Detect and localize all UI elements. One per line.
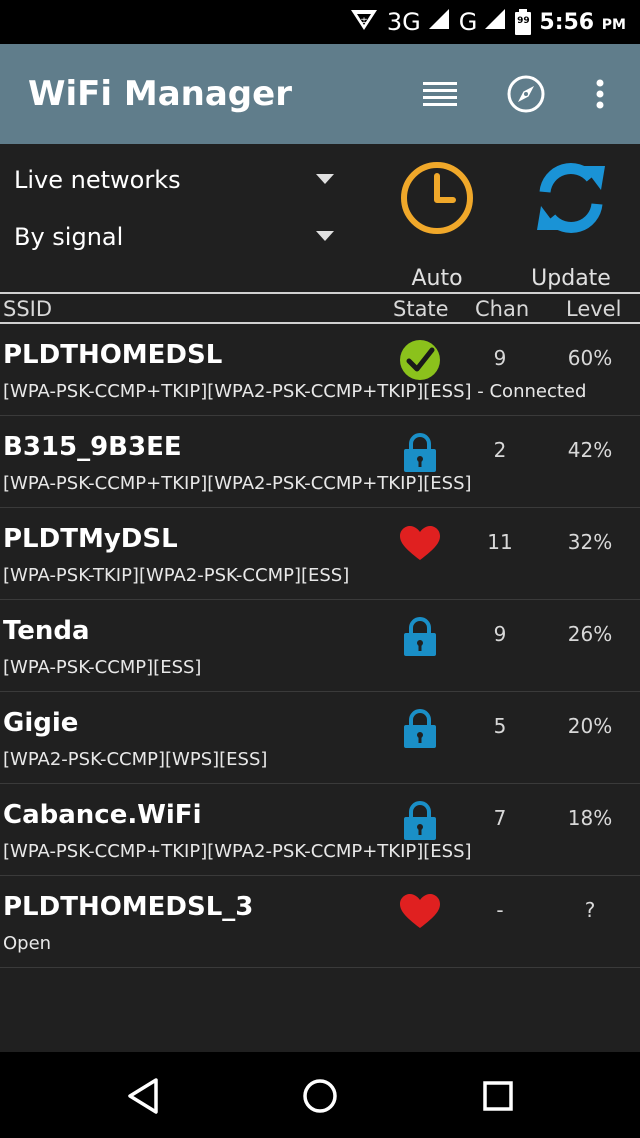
battery-level: 99	[517, 16, 530, 26]
ssid-label: Tenda	[3, 616, 90, 646]
lock-icon	[396, 428, 444, 476]
level-value: 26%	[567, 622, 613, 646]
level-value: 20%	[567, 714, 613, 738]
recents-button[interactable]	[474, 1072, 522, 1120]
channel-value: 9	[493, 346, 507, 370]
channel-value: 7	[493, 806, 507, 830]
clock-icon	[401, 162, 473, 234]
overflow-menu-icon	[596, 79, 604, 109]
network-row[interactable]: PLDTHOMEDSL_3 - ? Open	[0, 876, 640, 968]
ssid-label: PLDTHOMEDSL	[3, 340, 223, 370]
compass-button[interactable]	[504, 72, 548, 116]
chevron-down-icon	[316, 174, 334, 184]
channel-value: 9	[493, 622, 507, 646]
ssid-label: Cabance.WiFi	[3, 800, 202, 830]
heart-icon	[396, 888, 444, 936]
heart-icon	[396, 520, 444, 568]
col-state[interactable]: State	[393, 297, 449, 321]
lock-icon	[396, 796, 444, 844]
list-view-button[interactable]	[418, 72, 462, 116]
network-row[interactable]: PLDTMyDSL 11 32% [WPA-PSK-TKIP][WPA2-PSK…	[0, 508, 640, 600]
ssid-label: Gigie	[3, 708, 79, 738]
capabilities-label: [WPA-PSK-CCMP+TKIP][WPA2-PSK-CCMP+TKIP][…	[3, 473, 472, 494]
channel-value: 11	[487, 530, 513, 554]
auto-button[interactable]: Auto	[382, 156, 492, 291]
app-title: WiFi Manager	[28, 74, 292, 114]
home-button[interactable]	[296, 1072, 344, 1120]
level-value: ?	[584, 898, 596, 922]
home-icon	[303, 1079, 337, 1113]
list-icon	[423, 82, 457, 106]
source-dropdown-label: Live networks	[14, 166, 181, 194]
recents-icon	[483, 1081, 513, 1111]
network-row[interactable]: Cabance.WiFi 7 18% [WPA-PSK-CCMP+TKIP][W…	[0, 784, 640, 876]
capabilities-label: [WPA-PSK-CCMP+TKIP][WPA2-PSK-CCMP+TKIP][…	[3, 841, 472, 862]
network-row[interactable]: B315_9B3EE 2 42% [WPA-PSK-CCMP+TKIP][WPA…	[0, 416, 640, 508]
connected-check-icon	[396, 336, 444, 384]
level-value: 42%	[567, 438, 613, 462]
capabilities-label: [WPA-PSK-TKIP][WPA2-PSK-CCMP][ESS]	[3, 565, 350, 586]
capabilities-label: [WPA-PSK-CCMP][ESS]	[3, 657, 202, 678]
sort-dropdown[interactable]: By signal	[14, 217, 334, 257]
update-button[interactable]: Update	[516, 156, 626, 291]
network-type-label-2: G	[458, 8, 478, 36]
controls-panel: Live networks By signal Auto Update	[0, 144, 640, 292]
level-value: 60%	[567, 346, 613, 370]
lock-icon	[396, 704, 444, 752]
capabilities-label: [WPA-PSK-CCMP+TKIP][WPA2-PSK-CCMP+TKIP][…	[3, 381, 587, 402]
network-row[interactable]: PLDTHOMEDSL 9 60% [WPA-PSK-CCMP+TKIP][WP…	[0, 324, 640, 416]
app-bar: WiFi Manager	[0, 44, 640, 144]
lock-icon	[396, 612, 444, 660]
sort-dropdown-label: By signal	[14, 223, 124, 251]
channel-value: 5	[493, 714, 507, 738]
col-ssid[interactable]: SSID	[3, 297, 52, 321]
level-value: 32%	[567, 530, 613, 554]
cell-signal-icon	[428, 7, 451, 37]
ssid-label: B315_9B3EE	[3, 432, 182, 462]
network-type-label: 3G	[386, 8, 421, 36]
auto-label: Auto	[411, 266, 463, 291]
wifi-signal-icon: ±	[349, 6, 379, 38]
back-icon	[128, 1078, 158, 1114]
ssid-label: PLDTMyDSL	[3, 524, 178, 554]
source-dropdown[interactable]: Live networks	[14, 160, 334, 200]
ssid-label: PLDTHOMEDSL_3	[3, 892, 254, 922]
clock: 5:56 PM	[539, 10, 626, 35]
refresh-icon	[537, 163, 605, 233]
clock-time: 5:56	[539, 9, 595, 35]
network-row[interactable]: Gigie 5 20% [WPA2-PSK-CCMP][WPS][ESS]	[0, 692, 640, 784]
back-button[interactable]	[118, 1072, 166, 1120]
compass-icon	[507, 75, 545, 113]
network-list: PLDTHOMEDSL 9 60% [WPA-PSK-CCMP+TKIP][WP…	[0, 324, 640, 968]
cell-signal-icon-2	[485, 7, 507, 37]
channel-value: 2	[493, 438, 507, 462]
status-bar: ± 3G G 99 5:56 PM	[0, 0, 640, 44]
col-chan[interactable]: Chan	[475, 297, 529, 321]
col-level[interactable]: Level	[566, 297, 621, 321]
clock-suffix: PM	[601, 16, 626, 33]
navigation-bar	[0, 1052, 640, 1138]
table-header: SSID State Chan Level	[0, 292, 640, 324]
svg-text:±: ±	[360, 16, 368, 26]
capabilities-label: Open	[3, 933, 52, 954]
battery-icon: 99	[515, 9, 532, 35]
level-value: 18%	[567, 806, 613, 830]
overflow-menu-button[interactable]	[578, 72, 622, 116]
network-row[interactable]: Tenda 9 26% [WPA-PSK-CCMP][ESS]	[0, 600, 640, 692]
chevron-down-icon	[316, 231, 334, 241]
capabilities-label: [WPA2-PSK-CCMP][WPS][ESS]	[3, 749, 268, 770]
update-label: Update	[531, 266, 611, 291]
channel-value: -	[496, 898, 504, 922]
